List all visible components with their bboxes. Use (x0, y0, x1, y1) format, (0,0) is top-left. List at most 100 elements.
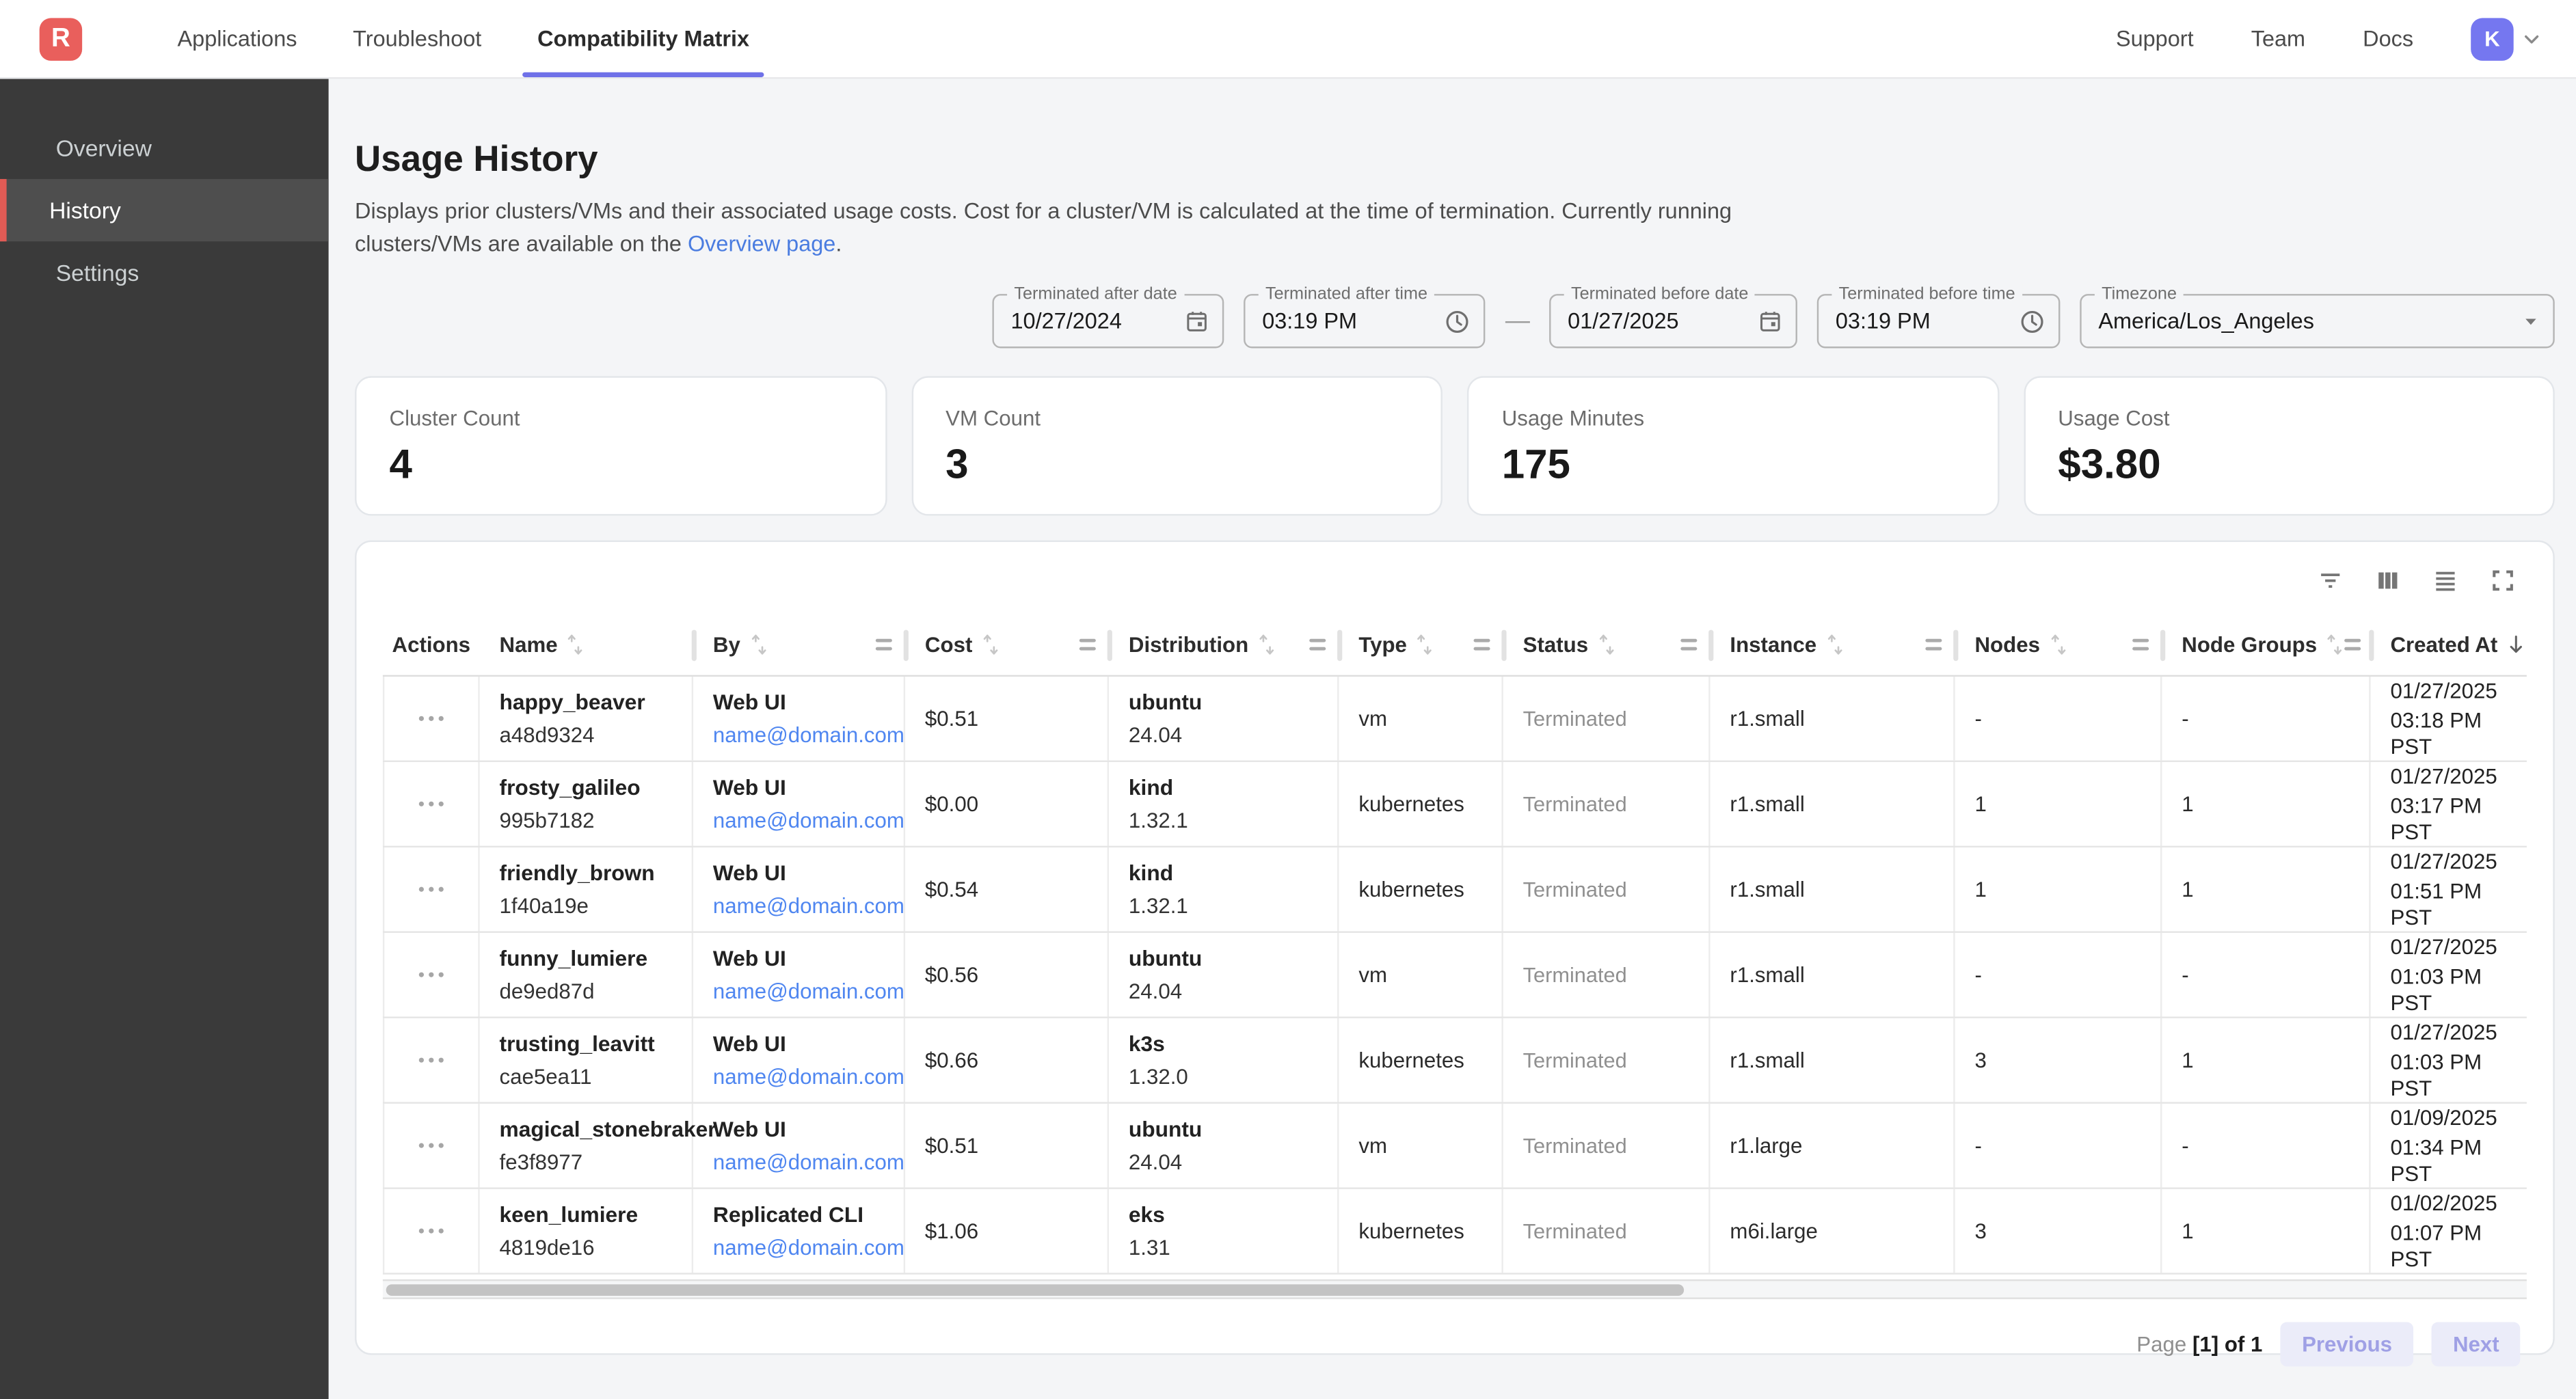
column-header-type[interactable]: Type (1339, 614, 1503, 675)
tab-compatibility-matrix[interactable]: Compatibility Matrix (537, 0, 749, 77)
created-by-email-link[interactable]: name@domain.com (713, 1235, 904, 1260)
row-actions-button[interactable] (418, 1057, 444, 1063)
column-header-created-at[interactable]: Created At (2371, 614, 2527, 675)
column-menu-icon[interactable] (2132, 639, 2149, 650)
sort-icon[interactable] (1596, 632, 1616, 657)
density-icon[interactable] (2432, 566, 2460, 594)
created-by-email-link[interactable]: name@domain.com (713, 1150, 904, 1174)
cell-distribution: kind1.32.1 (1109, 762, 1339, 846)
sort-icon[interactable] (2325, 632, 2345, 657)
terminated-before-date-input[interactable]: Terminated before date 01/27/2025 (1550, 294, 1798, 348)
cost-value: $0.51 (925, 706, 1108, 731)
calendar-icon[interactable] (1758, 309, 1783, 334)
sort-icon[interactable] (1415, 632, 1435, 657)
stat-value: 4 (390, 442, 853, 489)
cluster-name: funny_lumiere (500, 946, 692, 970)
column-menu-icon[interactable] (1680, 639, 1697, 650)
sort-icon[interactable] (749, 632, 768, 657)
column-menu-icon[interactable] (2345, 639, 2361, 650)
status-value: Terminated (1523, 1219, 1709, 1243)
overview-page-link[interactable]: Overview page (688, 231, 835, 256)
terminated-after-date-input[interactable]: Terminated after date 10/27/2024 (993, 294, 1224, 348)
filter-icon[interactable] (2317, 566, 2345, 594)
terminated-after-time-input[interactable]: Terminated after time 03:19 PM (1244, 294, 1486, 348)
previous-button[interactable]: Previous (2281, 1322, 2413, 1366)
cell-name: frosty_galileo995b7182 (480, 762, 693, 846)
cell-actions (383, 1018, 480, 1102)
column-menu-icon[interactable] (876, 639, 892, 650)
column-header-instance[interactable]: Instance (1710, 614, 1955, 675)
nav-support[interactable]: Support (2116, 26, 2194, 51)
column-header-distribution[interactable]: Distribution (1109, 614, 1339, 675)
column-header-by[interactable]: By (693, 614, 905, 675)
column-menu-icon[interactable] (1925, 639, 1942, 650)
cell-actions (383, 762, 480, 846)
sort-icon[interactable] (2048, 632, 2068, 657)
chevron-down-icon (2520, 27, 2543, 51)
tab-troubleshoot[interactable]: Troubleshoot (353, 0, 481, 77)
column-menu-icon[interactable] (1079, 639, 1096, 650)
created-by-email-link[interactable]: name@domain.com (713, 1064, 904, 1089)
node-groups-value: 1 (2182, 877, 2369, 901)
row-actions-button[interactable] (418, 972, 444, 977)
cell-distribution: kind1.32.1 (1109, 847, 1339, 932)
cell-name: keen_lumiere4819de16 (480, 1189, 693, 1273)
row-actions-button[interactable] (418, 801, 444, 806)
column-header-name[interactable]: Name (480, 614, 693, 675)
sort-icon[interactable] (1825, 632, 1844, 657)
column-header-cost[interactable]: Cost (905, 614, 1109, 675)
column-header-nodes[interactable]: Nodes (1955, 614, 2162, 675)
cell-cost: $0.66 (905, 1018, 1109, 1102)
created-date: 01/09/2025 (2390, 1104, 2527, 1130)
row-actions-button[interactable] (418, 1143, 444, 1148)
row-actions-button[interactable] (418, 716, 444, 722)
cell-nodes: - (1955, 1104, 2162, 1188)
calendar-icon[interactable] (1185, 309, 1209, 334)
cell-cost: $1.06 (905, 1189, 1109, 1273)
column-menu-icon[interactable] (1309, 639, 1326, 650)
created-by-email-link[interactable]: name@domain.com (713, 893, 904, 918)
timezone-select[interactable]: Timezone America/Los_Angeles (2080, 294, 2555, 348)
clock-icon[interactable] (2020, 308, 2045, 334)
distribution-name: ubuntu (1129, 690, 1337, 714)
distribution-name: ubuntu (1129, 946, 1337, 970)
scrollbar-thumb[interactable] (386, 1283, 1684, 1295)
cell-nodes: 1 (1955, 847, 2162, 932)
next-button[interactable]: Next (2432, 1322, 2521, 1366)
sidebar-item-overview[interactable]: Overview (0, 117, 329, 179)
terminated-before-date-value: 01/27/2025 (1568, 309, 1678, 334)
replicated-logo[interactable]: R (40, 17, 82, 59)
main-content: Usage History Displays prior clusters/VM… (329, 79, 2576, 1399)
sort-icon[interactable] (566, 632, 586, 657)
created-by-email-link[interactable]: name@domain.com (713, 979, 904, 1003)
nodes-value: 1 (1974, 791, 2160, 816)
columns-icon[interactable] (2374, 566, 2402, 594)
cluster-id: 4819de16 (500, 1235, 692, 1260)
account-menu[interactable]: K (2471, 17, 2543, 59)
cell-by: Web UIname@domain.com (693, 1104, 905, 1188)
row-actions-button[interactable] (418, 886, 444, 892)
clock-icon[interactable] (1445, 308, 1471, 334)
cell-name: friendly_brown1f40a19e (480, 847, 693, 932)
created-by-email-link[interactable]: name@domain.com (713, 808, 904, 832)
column-header-status[interactable]: Status (1503, 614, 1710, 675)
sort-desc-icon[interactable] (2506, 632, 2527, 657)
nav-docs[interactable]: Docs (2363, 26, 2413, 51)
fullscreen-icon[interactable] (2489, 566, 2517, 594)
sort-icon[interactable] (1257, 632, 1276, 657)
column-menu-icon[interactable] (1474, 639, 1490, 650)
cell-status: Terminated (1503, 677, 1710, 761)
cell-by: Web UIname@domain.com (693, 762, 905, 846)
avatar: K (2471, 17, 2513, 59)
created-by-email-link[interactable]: name@domain.com (713, 722, 904, 747)
terminated-after-time-value: 03:19 PM (1262, 309, 1357, 334)
nav-team[interactable]: Team (2251, 26, 2305, 51)
tab-applications[interactable]: Applications (178, 0, 297, 77)
column-header-node-groups[interactable]: Node Groups (2162, 614, 2370, 675)
terminated-before-time-input[interactable]: Terminated before time 03:19 PM (1817, 294, 2061, 348)
sidebar-item-settings[interactable]: Settings (0, 241, 329, 303)
sidebar-item-history[interactable]: History (0, 179, 329, 241)
sort-icon[interactable] (980, 632, 1000, 657)
cell-distribution: ubuntu24.04 (1109, 933, 1339, 1017)
row-actions-button[interactable] (418, 1228, 444, 1234)
